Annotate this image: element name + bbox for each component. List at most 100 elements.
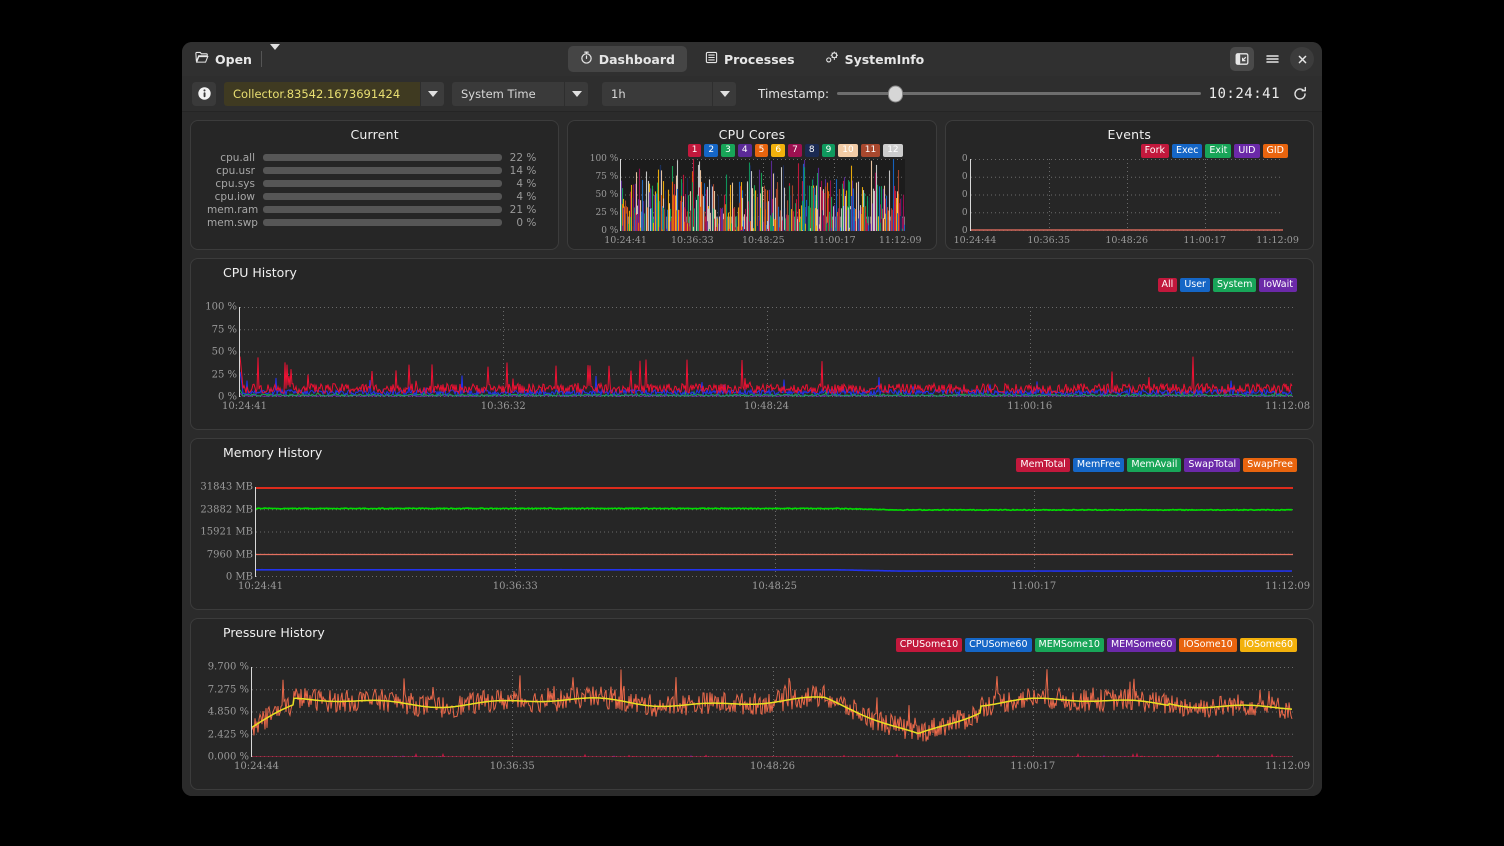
legend-chip[interactable]: 4 bbox=[737, 144, 752, 158]
timestamp-slider[interactable] bbox=[837, 82, 1201, 106]
panel-events-title: Events bbox=[1107, 127, 1152, 142]
title-bar: Open Dashboard Processes SystemInfo bbox=[182, 42, 1322, 76]
axis-tick-label: 11:00:16 bbox=[1007, 401, 1053, 412]
collector-select[interactable]: Collector.83542.1673691424 bbox=[224, 81, 444, 106]
axis-tick-label: 4.850 % bbox=[207, 706, 249, 718]
chevron-down-icon bbox=[719, 90, 730, 97]
current-bar-value: 21 % bbox=[509, 203, 537, 216]
legend-chip[interactable]: UID bbox=[1234, 144, 1260, 158]
info-button[interactable] bbox=[192, 81, 216, 106]
axis-tick-label: 0 bbox=[961, 172, 968, 182]
axis-tick-label: 7960 MB bbox=[206, 549, 253, 560]
legend-chip[interactable]: GID bbox=[1262, 144, 1288, 158]
axis-tick-label: 11:12:09 bbox=[878, 235, 922, 246]
clock-readout: 10:24:41 bbox=[1208, 85, 1280, 102]
range-dropdown-arrow[interactable] bbox=[712, 81, 736, 106]
axis-tick-label: 10:48:25 bbox=[752, 581, 797, 592]
range-select[interactable]: 1h bbox=[602, 81, 736, 106]
axis-tick-label: 10:24:41 bbox=[604, 235, 647, 246]
panel-memory-history: Memory History MemTotal MemFree MemAvail Sw… bbox=[190, 438, 1314, 610]
legend-chip[interactable]: User bbox=[1180, 278, 1210, 292]
toolbar-divider bbox=[260, 51, 262, 67]
axis-tick-label: 10:48:24 bbox=[744, 401, 789, 412]
current-bar-label: cpu.all bbox=[220, 151, 255, 164]
legend-chip[interactable]: 1 bbox=[687, 144, 702, 158]
events-legend: Fork Exec Exit UID GID bbox=[1140, 144, 1288, 158]
panel-cpu-history: CPU History All User System IoWait 100 % 75 … bbox=[190, 258, 1314, 430]
gears-icon bbox=[825, 51, 839, 67]
legend-chip[interactable]: 3 bbox=[721, 144, 735, 158]
legend-chip[interactable]: MEMSome10 bbox=[1034, 638, 1104, 652]
axis-tick-label: 9.700 % bbox=[207, 661, 249, 673]
current-bar-row: cpu.usr 14 % bbox=[207, 164, 536, 177]
current-bar-row: mem.swp 0 % bbox=[207, 216, 536, 229]
legend-chip[interactable]: Exec bbox=[1172, 144, 1203, 158]
legend-chip[interactable]: CPUSome60 bbox=[965, 638, 1032, 652]
axis-tick-label: 10:48:26 bbox=[750, 761, 795, 772]
collector-dropdown-arrow[interactable] bbox=[420, 81, 444, 106]
axis-tick-label: 2.425 % bbox=[207, 729, 249, 740]
axis-tick-label: 11:00:17 bbox=[1011, 581, 1057, 592]
pressure-history-y-axis: 9.700 % 7.275 % 4.850 % 2.425 % 0.000 % bbox=[191, 662, 249, 763]
tab-systeminfo[interactable]: SystemInfo bbox=[813, 46, 937, 72]
legend-chip[interactable]: 10 bbox=[838, 144, 858, 158]
axis-tick-label: 75 % bbox=[595, 172, 619, 182]
legend-chip[interactable]: SwapTotal bbox=[1184, 458, 1241, 472]
hamburger-menu-button[interactable] bbox=[1260, 47, 1284, 71]
panel-current-title: Current bbox=[350, 127, 399, 142]
axis-tick-label: 10:36:35 bbox=[1027, 235, 1070, 246]
legend-chip[interactable]: 9 bbox=[821, 144, 836, 158]
legend-chip[interactable]: 7 bbox=[788, 144, 802, 158]
legend-chip[interactable]: MemTotal bbox=[1016, 458, 1070, 472]
axis-tick-label: 100 % bbox=[205, 301, 237, 313]
legend-chip[interactable]: 8 bbox=[804, 144, 819, 158]
legend-chip[interactable]: 12 bbox=[883, 144, 903, 158]
memory-history-x-axis: 10:24:41 10:36:33 10:48:25 11:00:17 11:12:09 bbox=[238, 581, 1310, 595]
time-mode-select[interactable]: System Time bbox=[452, 81, 588, 106]
current-bar-value: 4 % bbox=[516, 190, 537, 203]
legend-chip[interactable]: 6 bbox=[771, 144, 786, 158]
folder-open-icon bbox=[195, 51, 209, 67]
memory-history-y-axis: 31843 MB 23882 MB 15921 MB 7960 MB 0 MB bbox=[191, 482, 253, 583]
panel-cpu-history-title: CPU History bbox=[223, 265, 297, 280]
legend-chip[interactable]: IOSome10 bbox=[1179, 638, 1237, 652]
cpu-history-x-axis: 10:24:41 10:36:32 10:48:24 11:00:16 11:12:08 bbox=[222, 401, 1310, 415]
close-button[interactable] bbox=[1290, 47, 1314, 71]
refresh-button[interactable] bbox=[1288, 82, 1312, 106]
cpu-cores-y-axis: 100 % 75 % 50 % 25 % 0 % bbox=[568, 154, 619, 236]
timestamp-slider-handle[interactable] bbox=[887, 85, 903, 102]
current-bar-track bbox=[263, 180, 503, 187]
tab-processes[interactable]: Processes bbox=[693, 46, 807, 72]
legend-chip[interactable]: Exit bbox=[1205, 144, 1232, 158]
legend-chip[interactable]: 2 bbox=[704, 144, 719, 158]
hamburger-menu-icon bbox=[1265, 55, 1279, 63]
open-button[interactable]: Open bbox=[190, 48, 259, 70]
current-bar-label: cpu.usr bbox=[216, 164, 255, 177]
legend-chip[interactable]: IoWait bbox=[1259, 278, 1297, 292]
legend-chip[interactable]: 5 bbox=[754, 144, 769, 158]
legend-chip[interactable]: SwapFree bbox=[1243, 458, 1297, 472]
legend-chip[interactable]: MemFree bbox=[1072, 458, 1125, 472]
legend-chip[interactable]: System bbox=[1212, 278, 1257, 292]
legend-chip[interactable]: MemAvail bbox=[1127, 458, 1182, 472]
axis-tick-label: 11:12:09 bbox=[1256, 235, 1299, 246]
info-icon bbox=[197, 87, 211, 100]
cpu-history-legend: All User System IoWait bbox=[1157, 278, 1297, 292]
legend-chip[interactable]: MEMSome60 bbox=[1106, 638, 1177, 652]
legend-chip[interactable]: 11 bbox=[860, 144, 881, 158]
stopwatch-icon bbox=[580, 51, 593, 67]
axis-tick-label: 10:36:33 bbox=[670, 235, 714, 246]
events-plot bbox=[970, 159, 1283, 231]
open-dropdown-button[interactable] bbox=[264, 43, 286, 73]
sidebar-panel-icon-button[interactable] bbox=[1230, 47, 1254, 71]
legend-chip[interactable]: Fork bbox=[1140, 144, 1170, 158]
tab-dashboard[interactable]: Dashboard bbox=[567, 46, 687, 72]
legend-chip[interactable]: All bbox=[1157, 278, 1178, 292]
legend-chip[interactable]: IOSome60 bbox=[1239, 638, 1297, 652]
legend-chip[interactable]: CPUSome10 bbox=[895, 638, 963, 652]
memory-history-chart: 31843 MB 23882 MB 15921 MB 7960 MB 0 MB 10:2… bbox=[191, 477, 1313, 609]
time-mode-dropdown-arrow[interactable] bbox=[564, 81, 588, 106]
pressure-history-plot bbox=[252, 667, 1293, 757]
cpu-history-y-axis: 100 % 75 % 50 % 25 % 0 % bbox=[191, 302, 237, 403]
close-icon bbox=[1298, 55, 1306, 63]
